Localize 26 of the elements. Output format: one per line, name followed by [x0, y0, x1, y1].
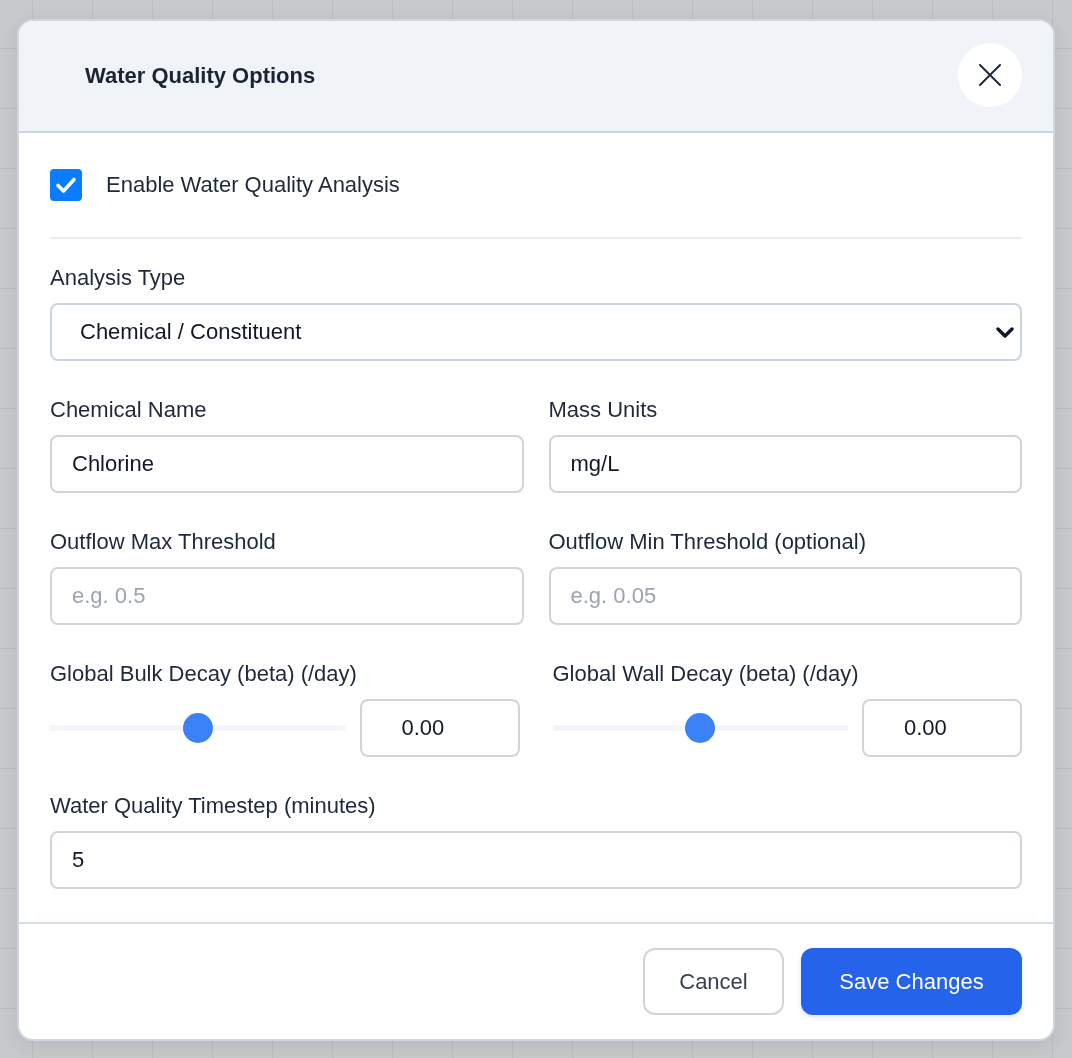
input-field[interactable]: 5 [50, 831, 1022, 889]
chevron-down-icon [996, 326, 1014, 338]
cancel-button[interactable]: Cancel [643, 948, 784, 1015]
dialog-title: Water Quality Options [85, 63, 316, 89]
input-field[interactable]: mg/L [548, 435, 1022, 493]
slider-thumb[interactable] [685, 713, 716, 743]
field-label: Chemical Name [50, 397, 207, 423]
field-label: Mass Units [548, 397, 658, 423]
field-label: Water Quality Timestep (minutes) [50, 793, 376, 819]
field-label: Outflow Min Threshold (optional) [548, 529, 867, 555]
field-label: Global Wall Decay (beta) (/day) [552, 661, 859, 687]
number-field[interactable]: 0.00 [862, 699, 1022, 757]
field-label: Global Bulk Decay (beta) (/day) [50, 661, 357, 687]
checkbox[interactable] [50, 169, 82, 201]
checkbox-label: Enable Water Quality Analysis [106, 172, 400, 198]
field-label: Analysis Type [50, 265, 186, 291]
close-icon [979, 64, 1001, 86]
input-field[interactable]: e.g. 0.05 [548, 567, 1022, 625]
input-field[interactable]: Chlorine [50, 435, 524, 493]
save-button[interactable]: Save Changes [801, 948, 1022, 1015]
number-field[interactable]: 0.00 [359, 699, 520, 757]
analysis-type-dropdown[interactable]: Chemical / Constituent [50, 303, 1022, 361]
field-label: Outflow Max Threshold [50, 529, 276, 555]
check-icon [56, 177, 76, 193]
input-field[interactable]: e.g. 0.5 [50, 567, 524, 625]
slider-thumb[interactable] [182, 713, 213, 743]
